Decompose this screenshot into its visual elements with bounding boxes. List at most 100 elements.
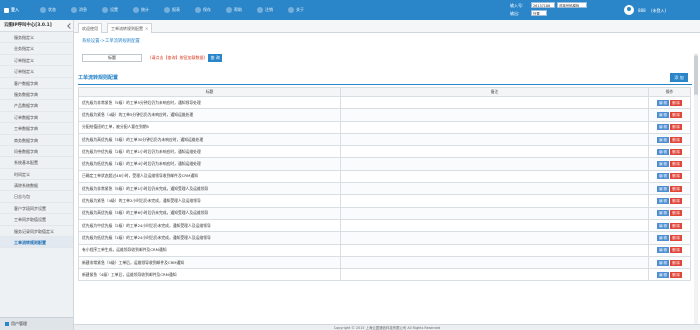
- save-icon: [195, 7, 201, 13]
- add-button[interactable]: 添 加: [670, 73, 688, 82]
- edit-button[interactable]: 编 辑: [657, 136, 669, 143]
- edit-button[interactable]: 编 辑: [657, 148, 669, 155]
- sidebar-item[interactable]: 问卷数据字典: [0, 146, 73, 158]
- table-row: 优先级为非常紧急（5级）的工单5分钟后仍为未响应时，通知领导处理 编 辑删 除: [78, 95, 691, 110]
- delete-button[interactable]: 删 除: [670, 124, 682, 131]
- user-name: 888: [638, 8, 646, 13]
- delete-button[interactable]: 删 除: [670, 111, 682, 118]
- scrollbar[interactable]: [694, 53, 698, 330]
- gear-icon: [102, 7, 108, 13]
- row-actions: 编 辑删 除: [648, 120, 691, 134]
- sidebar-item[interactable]: 工单同步取值设置: [0, 214, 73, 226]
- toolbar-item-help[interactable]: 帮助: [226, 6, 242, 14]
- tab-workorder-rules[interactable]: 工单流转规则配置 ×: [107, 23, 153, 33]
- toolbar-item-save[interactable]: 保存: [195, 6, 211, 14]
- sidebar-item[interactable]: 清除系统数据: [0, 180, 73, 192]
- sidebar-item[interactable]: 业务指定义: [0, 43, 73, 55]
- delete-button[interactable]: 删 除: [670, 136, 682, 143]
- query-button[interactable]: 查 询: [208, 54, 223, 62]
- toolbar-item-stats[interactable]: 统计: [133, 6, 149, 14]
- rule-title: 优先级为中优先级（2级）的工单24小时后仍未完成，通知受理人及运维领导: [78, 218, 341, 233]
- sidebar-item[interactable]: 客户字段同步设置: [0, 203, 73, 215]
- edit-button[interactable]: 编 辑: [657, 234, 669, 241]
- sidebar-item[interactable]: 客户数据字典: [0, 78, 73, 89]
- row-actions: 编 辑删 除: [648, 108, 691, 122]
- delete-button[interactable]: 删 除: [670, 259, 682, 266]
- rule-remark: [340, 243, 649, 257]
- row-actions: 编 辑删 除: [648, 194, 691, 208]
- delete-button[interactable]: 删 除: [670, 198, 682, 205]
- edit-button[interactable]: 编 辑: [657, 222, 669, 229]
- column-header-remark: 备注: [340, 87, 649, 97]
- edit-button[interactable]: 编 辑: [657, 173, 669, 180]
- delete-button[interactable]: 删 除: [670, 234, 682, 241]
- edit-button[interactable]: 编 辑: [657, 124, 669, 131]
- sidebar-item[interactable]: 服务指定义: [0, 32, 73, 44]
- edit-button[interactable]: 编 辑: [657, 111, 669, 118]
- table-row: 优先级为高优先级（3级）的工单30分钟后仍为未响应时，通知运维处理 编 辑删 除: [78, 132, 691, 147]
- sidebar-item[interactable]: 订单指定义: [0, 66, 73, 78]
- edit-button[interactable]: 编 辑: [657, 185, 669, 192]
- edit-button[interactable]: 编 辑: [657, 210, 669, 217]
- number-template-select[interactable]: 选择号码模板: [557, 2, 587, 8]
- sidebar-item[interactable]: 日志与包: [0, 191, 73, 203]
- rule-title: 优先级为非常紧急（5级）的工单5分钟后仍为未响应时，通知领导处理: [78, 95, 341, 110]
- avatar[interactable]: [624, 5, 634, 15]
- toolbar-item-about[interactable]: 关于: [288, 6, 304, 14]
- sidebar-item[interactable]: 产品数据字典: [0, 100, 73, 112]
- edit-button[interactable]: 编 辑: [657, 198, 669, 205]
- rule-remark: [340, 218, 649, 233]
- edit-button[interactable]: 编 辑: [657, 271, 669, 278]
- sidebar-item[interactable]: 工单流转规则配置: [0, 237, 73, 249]
- toolbar-item-settings[interactable]: 设置: [102, 6, 118, 14]
- row-actions: 编 辑删 除: [648, 169, 691, 184]
- delete-button[interactable]: 删 除: [670, 148, 682, 155]
- login-button[interactable]: 登入: [4, 6, 19, 14]
- tab-welcome[interactable]: 欢迎使用: [78, 23, 102, 33]
- delete-button[interactable]: 删 除: [670, 185, 682, 192]
- input-number-label: 输入号:: [510, 3, 524, 8]
- edit-button[interactable]: 编 辑: [657, 99, 669, 106]
- sidebar-item[interactable]: 时间定义: [0, 169, 73, 181]
- sidebar-item-user-management[interactable]: 用户管理: [0, 317, 73, 330]
- sidebar-item[interactable]: 订单指定义: [0, 55, 73, 67]
- toolbar-item-message[interactable]: 消息: [71, 6, 87, 14]
- edit-button[interactable]: 编 辑: [657, 247, 669, 254]
- scrollbar-thumb[interactable]: [694, 55, 698, 95]
- toolbar-item-status[interactable]: 状态: [40, 6, 56, 14]
- user-icon: [5, 322, 9, 326]
- delete-button[interactable]: 删 除: [670, 99, 682, 106]
- delete-button[interactable]: 删 除: [670, 247, 682, 254]
- toolbar-item-logout[interactable]: 注销: [257, 6, 273, 14]
- search-input[interactable]: [82, 54, 142, 62]
- input-number-select[interactable]: 26137186: [531, 2, 555, 8]
- sidebar-item[interactable]: 商务数据字典: [0, 135, 73, 146]
- footer: Copyright © 2015 上海云翼通信科技有限公司 All Rights…: [74, 324, 700, 330]
- main-content: 欢迎使用 工单流转规则配置× 系统设置->工单流转规则配置 (请点击【查询】按钮…: [74, 20, 700, 330]
- row-actions: 编 辑删 除: [648, 231, 691, 245]
- sidebar-item[interactable]: 订单数据字典: [0, 112, 73, 124]
- table-row: 优先级为中优先级（2级）的工单1小时后仍为未响应时，通知运维处理 编 辑删 除: [78, 145, 691, 159]
- output-label: 输出:: [510, 11, 520, 16]
- top-toolbar: 登入 状态 消息 设置 统计 报表 保存 帮助 注销 关于 输入号: 26137…: [0, 0, 700, 20]
- delete-button[interactable]: 删 除: [670, 161, 682, 168]
- edit-button[interactable]: 编 辑: [657, 161, 669, 168]
- rule-title: 新建非常紧急（5级）工单后，运维领导收到邮件及CRM通知: [78, 255, 341, 270]
- edit-button[interactable]: 编 辑: [657, 259, 669, 266]
- column-header-title: 标题: [78, 87, 341, 97]
- close-icon[interactable]: ×: [145, 26, 148, 31]
- table-row: 有小程序工单生成，运维领导收到邮件及CRM通知 编 辑删 除: [78, 243, 691, 257]
- output-select[interactable]: 外置: [531, 10, 547, 16]
- sidebar-item[interactable]: 服务数据字典: [0, 89, 73, 101]
- delete-button[interactable]: 删 除: [670, 173, 682, 180]
- sidebar-item[interactable]: 服务记录同步取值定义: [0, 226, 73, 238]
- table-row: 已确定工单状态超过48小时，受理人及运维领导收到邮件及CRM通知 编 辑删 除: [78, 169, 691, 184]
- delete-button[interactable]: 删 除: [670, 210, 682, 217]
- delete-button[interactable]: 删 除: [670, 222, 682, 229]
- table-row: 优先级为紧急（4级）的工单2小时后仍未完成，通知受理人及运维领导 编 辑删 除: [78, 194, 691, 208]
- delete-button[interactable]: 删 除: [670, 271, 682, 278]
- sidebar-item[interactable]: 工单数据字典: [0, 123, 73, 135]
- toolbar-item-report[interactable]: 报表: [164, 6, 180, 14]
- rule-remark: [340, 169, 649, 184]
- sidebar-item[interactable]: 系统基本配置: [0, 157, 73, 169]
